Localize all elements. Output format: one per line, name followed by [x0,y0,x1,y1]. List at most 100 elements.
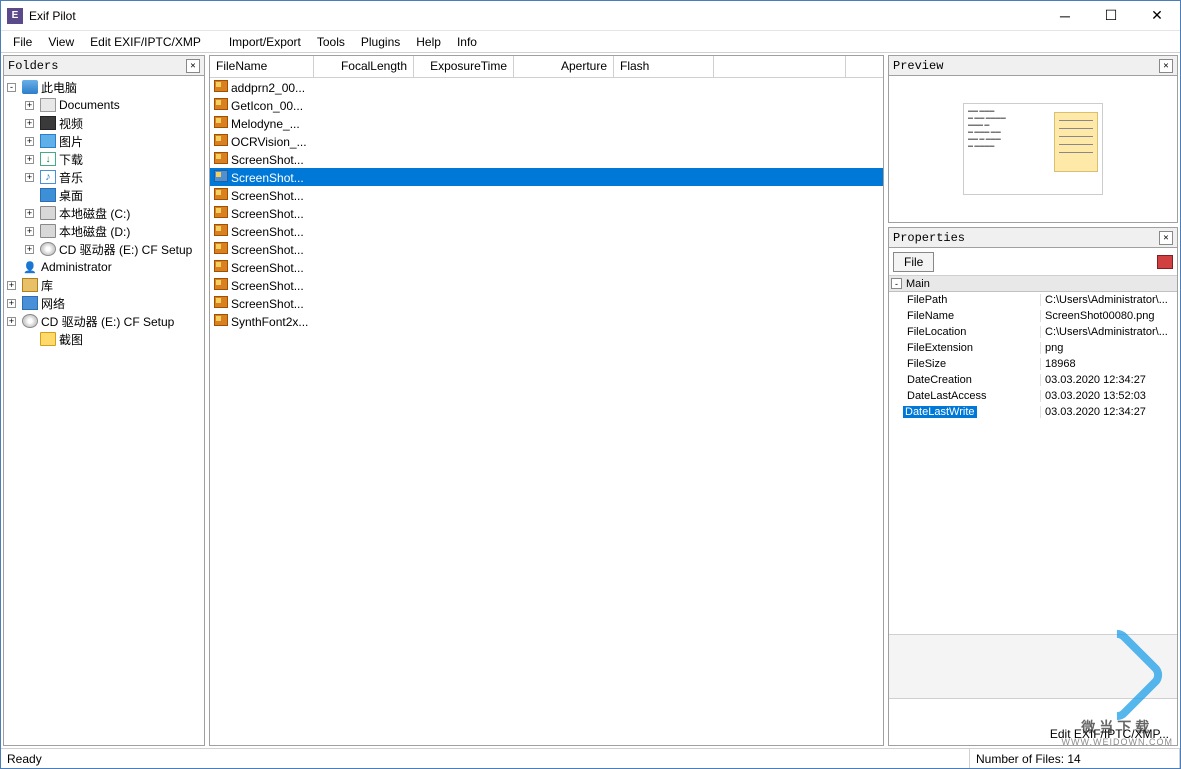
tree-expander[interactable]: - [7,83,16,92]
property-row[interactable]: FileSize18968 [889,356,1177,372]
tree-node[interactable]: +库 [6,276,202,294]
tree-node[interactable]: +Documents [6,96,202,114]
menu-view[interactable]: View [40,33,82,51]
property-row[interactable]: DateLastWrite03.03.2020 12:34:27 [889,404,1177,420]
menu-info[interactable]: Info [449,33,485,51]
tree-node[interactable]: + 图片 [6,132,202,150]
file-row[interactable]: ScreenShot... [210,294,883,312]
tree-expander[interactable]: + [25,155,34,164]
tree-node[interactable]: 截图 [6,330,202,348]
properties-footer [889,634,1177,698]
file-row[interactable]: ScreenShot... [210,276,883,294]
file-row[interactable]: GetIcon_00... [210,96,883,114]
tree-node[interactable]: Administrator [6,258,202,276]
folder-tree[interactable]: -此电脑+Documents+视频+图片+下载+音乐桌面+本地磁盘 (C:)+本… [4,76,204,745]
file-row[interactable]: OCRVision_... [210,132,883,150]
file-row[interactable]: Melodyne_... [210,114,883,132]
tree-node[interactable]: +音乐 [6,168,202,186]
close-button[interactable]: ✕ [1134,1,1180,31]
column-header[interactable]: FocalLength [314,56,414,77]
property-row[interactable]: FileLocationC:\Users\Administrator\... [889,324,1177,340]
minimize-button[interactable]: ─ [1042,1,1088,31]
file-name: ScreenShot... [231,207,304,221]
tree-expander[interactable]: + [25,227,34,236]
property-row[interactable]: DateCreation03.03.2020 12:34:27 [889,372,1177,388]
column-header[interactable] [714,56,846,77]
column-header[interactable]: ExposureTime [414,56,514,77]
maximize-button[interactable]: ☐ [1088,1,1134,31]
file-name: ScreenShot... [231,189,304,203]
file-name: OCRVision_... [231,135,307,149]
tree-node[interactable]: +本地磁盘 (D:) [6,222,202,240]
file-name: ScreenShot... [231,171,304,185]
props-group-main[interactable]: -Main [889,276,1177,292]
tree-node[interactable]: 桌面 [6,186,202,204]
tree-node[interactable]: +网络 [6,294,202,312]
tree-expander[interactable]: + [25,209,34,218]
file-row[interactable]: addprn2_00... [210,78,883,96]
preview-close-icon[interactable]: ✕ [1159,59,1173,73]
tree-expander[interactable]: + [7,317,16,326]
tree-node[interactable]: + 本地磁盘 (C:) [6,204,202,222]
app-icon: E [7,8,23,24]
folders-close-icon[interactable]: ✕ [186,59,200,73]
property-row[interactable]: FileExtensionpng [889,340,1177,356]
tree-expander[interactable]: + [25,101,34,110]
file-row[interactable]: ScreenShot... [210,222,883,240]
menu-file[interactable]: File [5,33,40,51]
file-row[interactable]: ScreenShot... [210,168,883,186]
property-key: FilePath [889,294,1041,306]
file-row[interactable]: SynthFont2x... [210,312,883,330]
file-tab-button[interactable]: File [893,252,934,272]
image-file-icon [214,134,228,146]
tree-node[interactable]: +视频 [6,114,202,132]
menu-edit-exif-iptc-xmp[interactable]: Edit EXIF/IPTC/XMP [82,33,209,51]
tree-label: 图片 [59,133,83,150]
group-expander[interactable]: - [891,278,902,289]
tree-node[interactable]: +CD 驱动器 (E:) CF Setup [6,240,202,258]
file-list-panel: FileNameFocalLengthExposureTimeApertureF… [209,55,884,746]
file-row[interactable]: ScreenShot... [210,240,883,258]
properties-tool-icon[interactable] [1157,255,1173,269]
column-header[interactable]: Flash [614,56,714,77]
property-value: 03.03.2020 12:34:27 [1041,374,1177,386]
file-list[interactable]: addprn2_00...GetIcon_00... Melodyne_... OC… [210,78,883,745]
column-header[interactable]: Aperture [514,56,614,77]
edit-exif-link[interactable]: Edit EXIF/IPTC/XMP... [1050,727,1169,741]
tree-label: 本地磁盘 (C:) [59,205,130,222]
file-name: addprn2_00... [231,81,305,95]
file-name: ScreenShot... [231,153,304,167]
property-key: FileName [889,310,1041,322]
property-key: DateLastWrite [889,406,1041,418]
window-title: Exif Pilot [29,9,1042,23]
tree-label: Administrator [41,260,112,274]
cd-icon [22,314,38,328]
tree-expander[interactable]: + [7,281,16,290]
menu-plugins[interactable]: Plugins [353,33,408,51]
tree-expander[interactable]: + [25,245,34,254]
file-row[interactable]: ScreenShot... [210,186,883,204]
file-name: Melodyne_... [231,117,300,131]
column-header[interactable]: FileName [210,56,314,77]
file-row[interactable]: ScreenShot... [210,258,883,276]
properties-grid[interactable]: -MainFilePathC:\Users\Administrator\...F… [889,276,1177,634]
tree-node[interactable]: +CD 驱动器 (E:) CF Setup [6,312,202,330]
tree-expander[interactable]: + [25,119,34,128]
tree-expander[interactable]: + [25,137,34,146]
main-area: Folders ✕ -此电脑+Documents+视频+图片+下载+音乐桌面+本… [1,53,1180,748]
tree-expander[interactable]: + [25,173,34,182]
property-row[interactable]: DateLastAccess03.03.2020 13:52:03 [889,388,1177,404]
tree-node[interactable]: - 此电脑 [6,78,202,96]
pc-icon [22,80,38,94]
property-row[interactable]: FilePathC:\Users\Administrator\... [889,292,1177,308]
tree-node[interactable]: +下载 [6,150,202,168]
properties-close-icon[interactable]: ✕ [1159,231,1173,245]
menu-tools[interactable]: Tools [309,33,353,51]
tree-label: 此电脑 [41,79,77,96]
menu-help[interactable]: Help [408,33,449,51]
property-row[interactable]: FileNameScreenShot00080.png [889,308,1177,324]
file-row[interactable]: ScreenShot... [210,204,883,222]
menu-import-export[interactable]: Import/Export [221,33,309,51]
file-row[interactable]: ScreenShot... [210,150,883,168]
tree-expander[interactable]: + [7,299,16,308]
